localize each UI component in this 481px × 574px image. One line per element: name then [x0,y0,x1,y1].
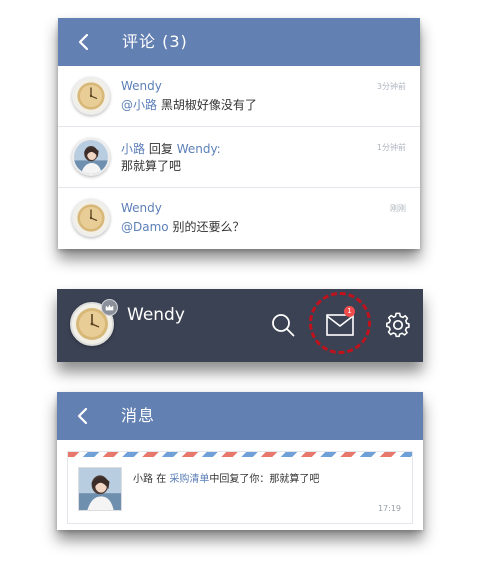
comment-row[interactable]: Wendy @小路 黑胡椒好像没有了 3分钟前 [58,66,420,127]
unread-badge: 1 [344,306,355,317]
comment-text: @Damo 别的还要么？ [121,218,244,235]
comments-header: 评论 (3) [58,18,420,66]
reply-target[interactable]: Wendy: [177,142,221,156]
chevron-left-icon [78,33,89,51]
comment-time: 3分钟前 [376,82,406,91]
title-label: 评论 [122,32,157,51]
comments-panel: 评论 (3) Wendy @小路 黑胡椒好像没有了 3分钟前 小路 回复 Wen… [58,18,420,249]
comment-body: 别的还要么？ [172,220,245,234]
avatar[interactable] [72,199,110,237]
message-text: 小路 在 采购清单中回复了你：那就算了吧 [133,470,319,485]
mail-icon[interactable] [326,314,354,336]
comment-body: 那就算了吧 [121,159,182,173]
chevron-left-icon [77,407,88,425]
reply-label: 回复 [148,142,173,156]
page-title: 评论 (3) [122,18,188,66]
page-title: 消息 [121,406,156,425]
profile-bar: Wendy 1 [57,289,423,362]
message-item[interactable]: 小路 在 采购清单中回复了你：那就算了吧 17:19 [67,451,413,524]
messages-panel: 消息 小路 在 采购清单中回复了你：那就算了吧 17:19 [57,392,423,530]
comment-author[interactable]: 小路 [121,142,145,156]
avatar[interactable] [72,138,110,176]
mention-link[interactable]: @小路 [121,98,157,112]
clock-avatar-image [74,79,108,113]
avatar[interactable] [72,77,110,115]
message-action: 中回复了你：那就算了吧 [209,474,320,485]
comment-author[interactable]: Wendy [121,79,162,93]
message-time: 17:19 [377,504,401,513]
list-link[interactable]: 采购清单 [169,474,209,485]
comment-row[interactable]: 小路 回复 Wendy: 那就算了吧 1分钟前 [58,127,420,188]
mention-link[interactable]: @Damo [121,220,169,234]
comment-time: 1分钟前 [376,143,406,152]
messages-header: 消息 [57,392,423,440]
word-in: 在 [156,474,167,485]
airmail-border [68,452,412,457]
girl-avatar-image [74,140,108,174]
sender-name: 小路 [133,474,153,485]
comment-count: (3) [162,32,188,51]
gear-icon[interactable] [385,312,411,338]
crown-icon [101,299,118,316]
messages-list: 小路 在 采购清单中回复了你：那就算了吧 17:19 [57,440,423,530]
profile-name: Wendy [127,305,185,325]
comment-row[interactable]: Wendy @Damo 别的还要么？ 刚刚 [58,188,420,249]
girl-avatar-image [79,468,121,510]
comment-header: 小路 回复 Wendy: [121,140,221,157]
sender-avatar[interactable] [78,467,122,511]
comment-author[interactable]: Wendy [121,201,162,215]
search-icon[interactable] [270,312,296,338]
back-button[interactable] [74,32,94,52]
comment-time: 刚刚 [390,204,406,213]
comment-text: @小路 黑胡椒好像没有了 [121,96,257,113]
back-button[interactable] [73,406,93,426]
comment-body: 黑胡椒好像没有了 [160,98,257,112]
clock-avatar-image [74,201,108,235]
